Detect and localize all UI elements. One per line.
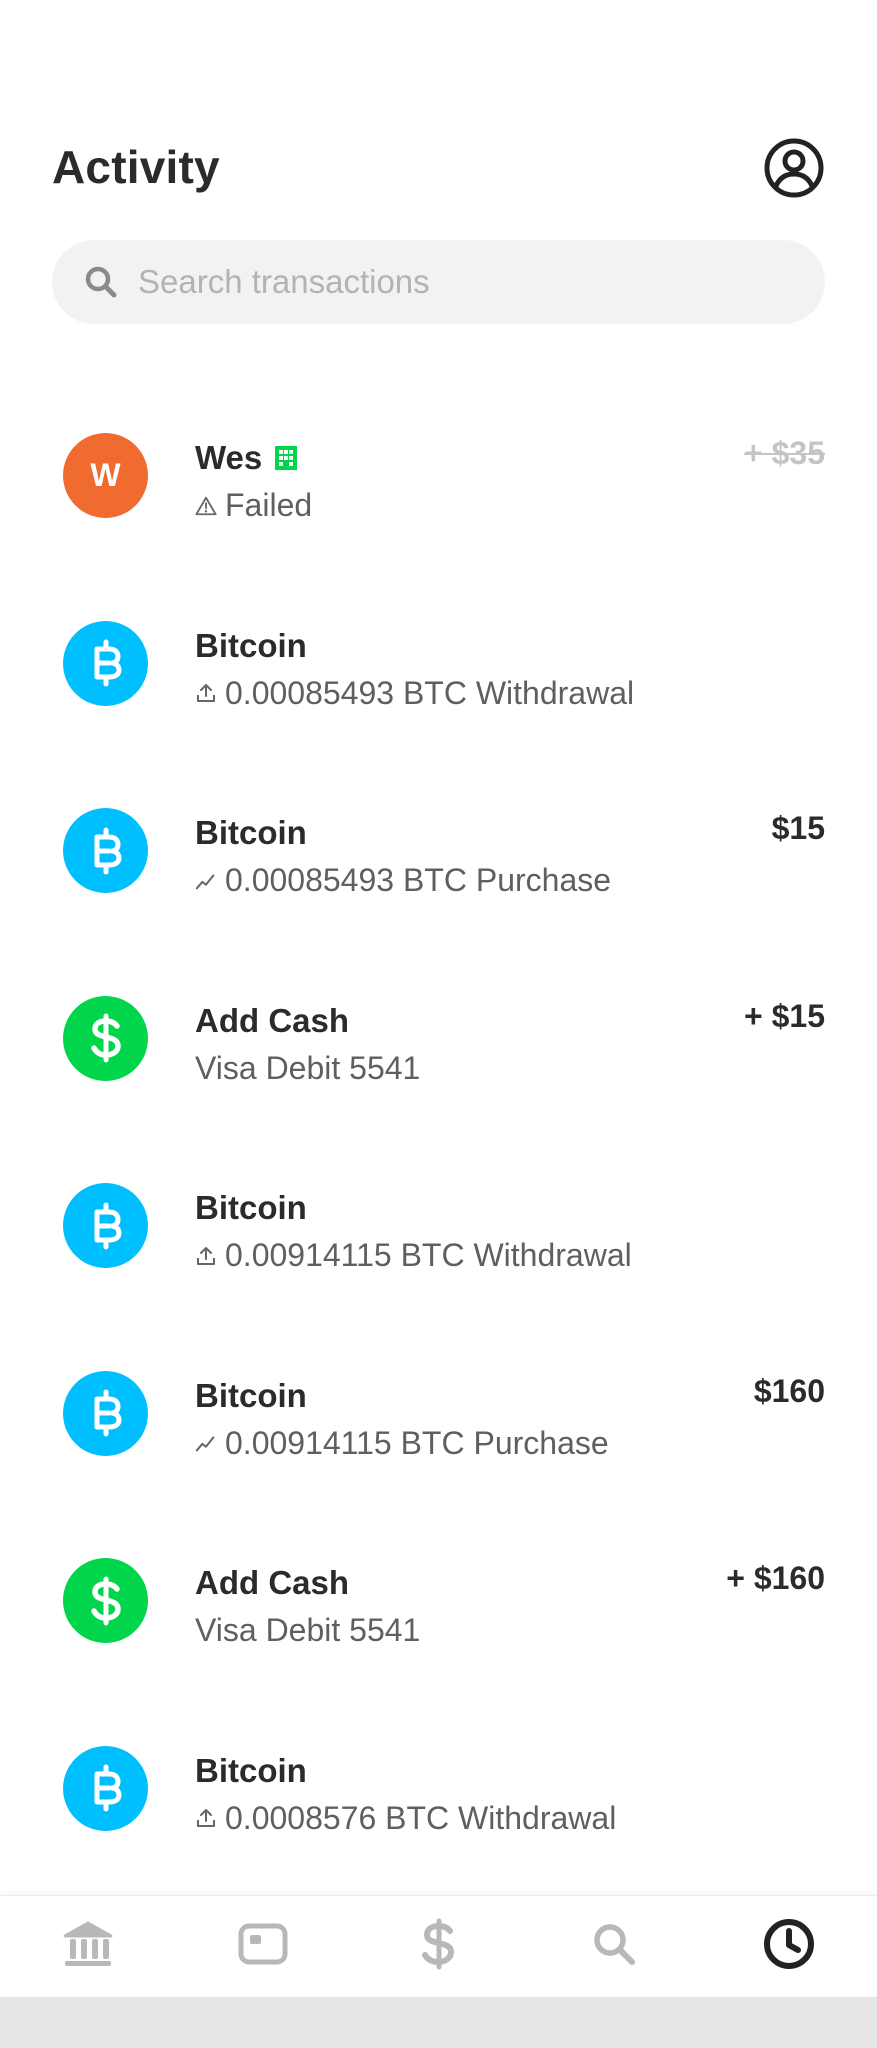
transaction-row[interactable]: Bitcoin 0.00914115 BTC Purchase $160 (0, 1321, 877, 1509)
bitcoin-icon (63, 808, 148, 893)
transaction-amount: $15 (771, 810, 825, 846)
avatar: W (63, 433, 148, 518)
transaction-detail: 0.00914115 BTC Withdrawal (195, 1237, 632, 1274)
transaction-row[interactable]: Bitcoin 0.0008576 BTC Withdrawal (0, 1696, 877, 1884)
dollar-icon (418, 1918, 458, 1975)
bank-icon (61, 1919, 115, 1974)
page-title: Activity (52, 141, 220, 193)
transaction-row[interactable]: Add Cash Visa Debit 5541 + $160 (0, 1508, 877, 1696)
transaction-name: Bitcoin (195, 627, 307, 665)
bitcoin-icon (63, 620, 148, 706)
transaction-detail: 0.00085493 BTC Withdrawal (195, 675, 634, 712)
upload-icon (195, 1245, 217, 1267)
transaction-amount: + $15 (744, 997, 825, 1034)
transaction-amount: + $35 (744, 435, 825, 471)
system-gesture-bar (0, 1997, 877, 2048)
transaction-detail-text: Visa Debit 5541 (195, 1612, 421, 1648)
transaction-name: Add Cash (195, 1564, 349, 1602)
bitcoin-icon (63, 1370, 148, 1456)
transaction-detail: 0.00085493 BTC Purchase (195, 862, 611, 899)
transaction-row[interactable]: Add Cash Visa Debit 5541 + $15 (0, 946, 877, 1134)
nav-card-button[interactable] (203, 1902, 323, 1992)
bottom-nav (0, 1895, 877, 1997)
transaction-name: Bitcoin (195, 814, 307, 852)
transaction-detail-text: 0.00914115 BTC Purchase (225, 1424, 609, 1461)
nav-dollar-button[interactable] (378, 1902, 498, 1992)
trend-icon (195, 1432, 217, 1454)
transaction-name-text: Add Cash (195, 1564, 350, 1601)
bitcoin-icon (63, 1183, 148, 1268)
nav-bank-button[interactable] (28, 1902, 148, 1992)
transaction-row[interactable]: Bitcoin 0.00085493 BTC Purchase $15 (0, 758, 877, 946)
transaction-name-text: Bitcoin (195, 814, 307, 851)
transaction-amount: + $160 (726, 1560, 825, 1596)
dollar-icon (63, 995, 148, 1081)
search-icon (85, 266, 117, 298)
search-icon (591, 1921, 637, 1972)
transaction-name-text: Bitcoin (195, 1751, 307, 1789)
transaction-list: W Wes Failed + $35 Bitcoin 0.00085493 BTC Wit… (0, 383, 877, 1883)
business-building-icon (274, 445, 298, 471)
transaction-name-text: Bitcoin (195, 626, 307, 664)
upload-icon (195, 1807, 217, 1829)
transaction-row[interactable]: Bitcoin 0.00914115 BTC Withdrawal (0, 1133, 877, 1321)
transaction-detail: Visa Debit 5541 (195, 1050, 420, 1087)
upload-icon (195, 682, 217, 704)
transaction-name-text: Add Cash (195, 1001, 350, 1039)
warning-icon (195, 495, 217, 517)
transaction-name-text: Wes (195, 439, 263, 476)
transaction-detail: Visa Debit 5541 (195, 1612, 420, 1649)
dollar-icon (63, 1558, 148, 1643)
trend-icon (195, 870, 217, 892)
card-icon (237, 1922, 289, 1971)
transaction-detail-text: 0.0008576 BTC Withdrawal (225, 1799, 617, 1836)
transaction-name: Bitcoin (195, 1377, 307, 1415)
transaction-name: Add Cash (195, 1002, 349, 1040)
transaction-amount: $160 (753, 1372, 825, 1409)
header: Activity (52, 130, 825, 210)
transaction-name: Wes (195, 439, 298, 477)
transaction-detail: Failed (195, 487, 312, 524)
transaction-name-text: Bitcoin (195, 1376, 307, 1414)
avatar-initial: W (90, 457, 121, 493)
bitcoin-icon (63, 1745, 148, 1831)
search-input[interactable] (138, 263, 698, 301)
nav-search-button[interactable] (554, 1902, 674, 1992)
transaction-row[interactable]: W Wes Failed + $35 (0, 383, 877, 571)
transaction-detail-text: Failed (225, 487, 313, 523)
search-bar[interactable] (52, 240, 825, 324)
transaction-detail-text: 0.00085493 BTC Purchase (225, 862, 612, 898)
transaction-name: Bitcoin (195, 1189, 307, 1227)
transaction-name: Bitcoin (195, 1752, 307, 1790)
clock-icon (762, 1917, 816, 1976)
user-circle-icon (764, 138, 824, 198)
transaction-detail: 0.0008576 BTC Withdrawal (195, 1800, 616, 1837)
transaction-row[interactable]: Bitcoin 0.00085493 BTC Withdrawal (0, 571, 877, 759)
activity-screen: Activity W Wes Failed + $35 Bitcoin 0.0008549… (0, 0, 877, 2048)
transaction-detail-text: Visa Debit 5541 (195, 1049, 421, 1086)
transaction-detail: 0.00914115 BTC Purchase (195, 1425, 609, 1462)
transaction-name-text: Bitcoin (195, 1189, 307, 1226)
profile-button[interactable] (763, 137, 825, 199)
nav-clock-button[interactable] (729, 1902, 849, 1992)
transaction-detail-text: 0.00914115 BTC Withdrawal (225, 1237, 632, 1273)
transaction-detail-text: 0.00085493 BTC Withdrawal (225, 674, 635, 711)
